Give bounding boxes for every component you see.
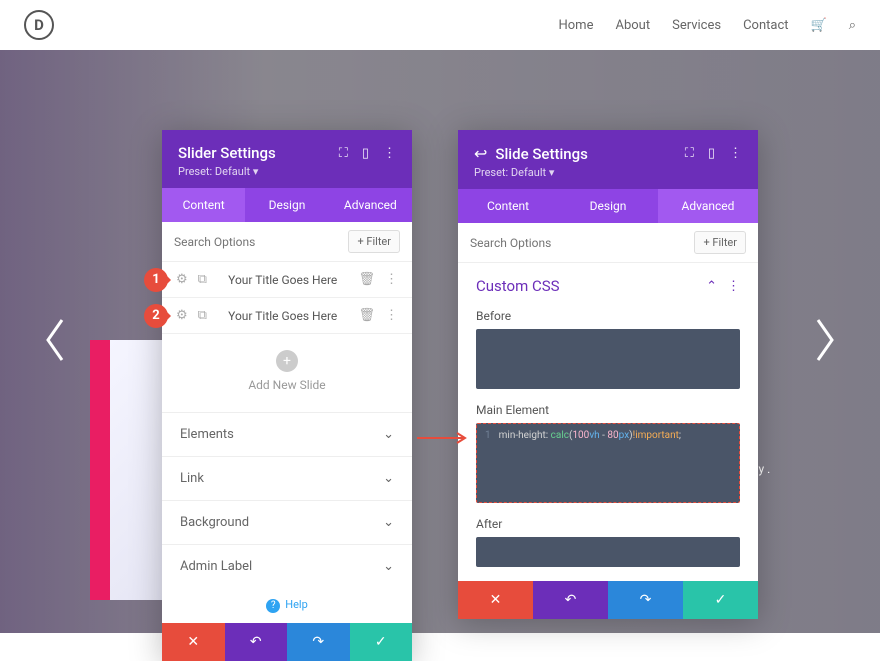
main-nav: Home About Services Contact 🛒 ⌕ <box>558 18 856 33</box>
panel1-title: Slider Settings <box>178 144 276 162</box>
tab-design[interactable]: Design <box>558 189 658 223</box>
nav-home[interactable]: Home <box>558 18 593 33</box>
preset-label[interactable]: Preset: Default ▾ <box>474 166 742 179</box>
slide-settings-panel: ↩ Slide Settings ⛶ ▯ ⋮ Preset: Default ▾… <box>458 130 758 619</box>
save-button[interactable]: ✓ <box>683 581 758 619</box>
after-code-input[interactable] <box>476 537 740 567</box>
expand-icon[interactable]: ⛶ <box>685 146 694 161</box>
tab-content[interactable]: Content <box>162 188 245 222</box>
chevron-down-icon: ⌄ <box>383 427 394 442</box>
divi-logo[interactable]: D <box>24 10 54 40</box>
cancel-button[interactable]: ✕ <box>458 581 533 619</box>
slide-title: Your Title Goes Here <box>217 309 349 323</box>
collapse-icon[interactable]: ⌃ <box>706 279 717 294</box>
slide-title: Your Title Goes Here <box>217 273 349 287</box>
more-icon[interactable]: ⋮ <box>385 272 398 287</box>
save-button[interactable]: ✓ <box>350 623 413 661</box>
annotation-marker-1: 1 <box>144 268 168 292</box>
slider-next[interactable] <box>810 315 840 369</box>
cart-icon[interactable]: 🛒 <box>811 18 827 33</box>
tab-design[interactable]: Design <box>245 188 328 222</box>
duplicate-icon[interactable]: ⧉ <box>198 308 207 323</box>
more-icon[interactable]: ⋮ <box>383 146 396 161</box>
slide-item[interactable]: 2 ⚙ ⧉ Your Title Goes Here 🗑 ⋮ <box>162 298 412 334</box>
trash-icon[interactable]: 🗑 <box>358 272 375 287</box>
accordion-background[interactable]: Background⌄ <box>162 500 412 544</box>
more-icon[interactable]: ⋮ <box>727 279 740 294</box>
before-code-input[interactable] <box>476 329 740 389</box>
tablet-icon[interactable]: ▯ <box>708 146 715 161</box>
nav-services[interactable]: Services <box>672 18 721 33</box>
annotation-marker-2: 2 <box>144 304 168 328</box>
tab-advanced[interactable]: Advanced <box>329 188 412 222</box>
redo-button[interactable]: ↷ <box>608 581 683 619</box>
gear-icon[interactable]: ⚙ <box>176 272 188 287</box>
main-element-label: Main Element <box>476 403 740 417</box>
accordion-elements[interactable]: Elements⌄ <box>162 412 412 456</box>
panel2-title: Slide Settings <box>495 145 587 163</box>
nav-contact[interactable]: Contact <box>743 18 788 33</box>
trash-icon[interactable]: 🗑 <box>358 308 375 323</box>
back-icon[interactable]: ↩ <box>474 144 487 163</box>
nav-about[interactable]: About <box>615 18 650 33</box>
redo-button[interactable]: ↷ <box>287 623 350 661</box>
add-icon[interactable]: + <box>276 350 298 372</box>
filter-button[interactable]: + Filter <box>348 230 400 253</box>
chevron-down-icon: ⌄ <box>383 471 394 486</box>
chevron-down-icon: ⌄ <box>383 559 394 574</box>
search-input[interactable] <box>174 235 340 249</box>
duplicate-icon[interactable]: ⧉ <box>198 272 207 287</box>
search-input[interactable] <box>470 236 686 250</box>
more-icon[interactable]: ⋮ <box>729 146 742 161</box>
gear-icon[interactable]: ⚙ <box>176 308 188 323</box>
slider-prev[interactable] <box>40 315 70 369</box>
search-icon[interactable]: ⌕ <box>849 18 856 33</box>
expand-icon[interactable]: ⛶ <box>339 146 348 161</box>
annotation-arrow <box>415 430 470 449</box>
tab-content[interactable]: Content <box>458 189 558 223</box>
tab-advanced[interactable]: Advanced <box>658 189 758 223</box>
slide-item[interactable]: 1 ⚙ ⧉ Your Title Goes Here 🗑 ⋮ <box>162 262 412 298</box>
add-slide[interactable]: + Add New Slide <box>162 334 412 412</box>
tablet-icon[interactable]: ▯ <box>362 146 369 161</box>
cancel-button[interactable]: ✕ <box>162 623 225 661</box>
before-label: Before <box>476 309 740 323</box>
more-icon[interactable]: ⋮ <box>385 308 398 323</box>
accordion-link[interactable]: Link⌄ <box>162 456 412 500</box>
undo-button[interactable]: ↶ <box>225 623 288 661</box>
preset-label[interactable]: Preset: Default ▾ <box>178 165 396 178</box>
undo-button[interactable]: ↶ <box>533 581 608 619</box>
main-code-input[interactable]: 1 min-height: calc(100vh - 80px)!importa… <box>476 423 740 503</box>
after-label: After <box>476 517 740 531</box>
custom-css-heading: Custom CSS <box>476 277 560 295</box>
filter-button[interactable]: + Filter <box>694 231 746 254</box>
help-link[interactable]: Help <box>162 588 412 623</box>
chevron-down-icon: ⌄ <box>383 515 394 530</box>
accordion-admin-label[interactable]: Admin Label⌄ <box>162 544 412 588</box>
slider-settings-panel: Slider Settings ⛶ ▯ ⋮ Preset: Default ▾ … <box>162 130 412 661</box>
